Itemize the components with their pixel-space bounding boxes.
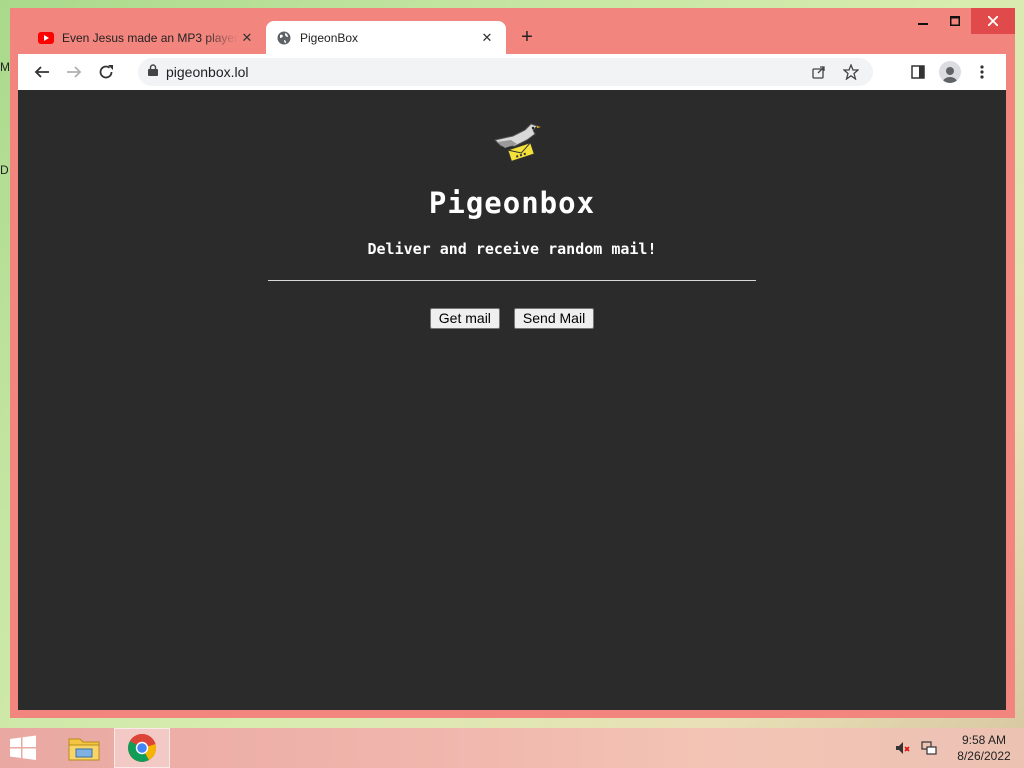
share-icon[interactable]: [805, 58, 833, 86]
action-buttons: Get mail Send Mail: [18, 308, 1006, 329]
system-tray: 9:58 AM 8/26/2022: [892, 728, 1024, 768]
send-mail-button[interactable]: Send Mail: [513, 308, 595, 329]
network-icon[interactable]: [918, 737, 940, 759]
tab-strip: Even Jesus made an MP3 player... ✕ Pigeo…: [10, 8, 1015, 54]
file-explorer-icon[interactable]: [56, 728, 112, 768]
desktop-icon-label[interactable]: M: [0, 60, 10, 74]
maximize-icon[interactable]: [939, 8, 971, 34]
menu-dots-icon[interactable]: [966, 56, 998, 88]
side-panel-icon[interactable]: [902, 56, 934, 88]
page-title: Pigeonbox: [428, 186, 596, 220]
desktop-icon-label[interactable]: D: [0, 163, 9, 177]
tab-title: PigeonBox: [300, 30, 359, 45]
get-mail-button[interactable]: Get mail: [429, 308, 500, 329]
volume-muted-icon[interactable]: [892, 737, 914, 759]
close-tab-icon[interactable]: ✕: [478, 29, 496, 47]
clock-time: 9:58 AM: [961, 733, 1007, 747]
new-tab-button[interactable]: +: [516, 26, 538, 48]
bookmark-star-icon[interactable]: [837, 58, 865, 86]
browser-window: Even Jesus made an MP3 player... ✕ Pigeo…: [10, 8, 1015, 718]
forward-icon[interactable]: [58, 56, 90, 88]
address-text: pigeonbox.lol: [166, 64, 249, 80]
close-tab-icon[interactable]: ✕: [238, 29, 256, 47]
web-page: Pigeonbox Deliver and receive random mai…: [18, 90, 1006, 710]
back-icon[interactable]: [26, 56, 58, 88]
youtube-icon: [38, 30, 54, 46]
close-window-icon[interactable]: [971, 8, 1015, 34]
chrome-taskbar-icon[interactable]: [114, 728, 170, 768]
globe-icon: [276, 30, 292, 46]
address-bar[interactable]: pigeonbox.lol: [138, 58, 873, 86]
taskbar: 9:58 AM 8/26/2022: [0, 728, 1024, 768]
pigeon-logo: [491, 122, 547, 164]
windows-start-icon[interactable]: [8, 735, 38, 761]
page-tagline: Deliver and receive random mail!: [367, 240, 657, 258]
tab-pigeonbox[interactable]: PigeonBox ✕: [266, 21, 506, 54]
lock-icon[interactable]: [148, 63, 158, 81]
clock-date: 8/26/2022: [957, 749, 1011, 763]
clock[interactable]: 9:58 AM 8/26/2022: [944, 732, 1024, 764]
browser-toolbar: pigeonbox.lol: [18, 54, 1006, 90]
profile-icon[interactable]: [934, 56, 966, 88]
divider: [268, 280, 756, 281]
minimize-icon[interactable]: [907, 8, 939, 34]
tab-title: Even Jesus made an MP3 player...: [62, 30, 238, 45]
window-controls: [907, 8, 1015, 34]
tab-youtube[interactable]: Even Jesus made an MP3 player... ✕: [28, 21, 266, 54]
reload-icon[interactable]: [90, 56, 122, 88]
